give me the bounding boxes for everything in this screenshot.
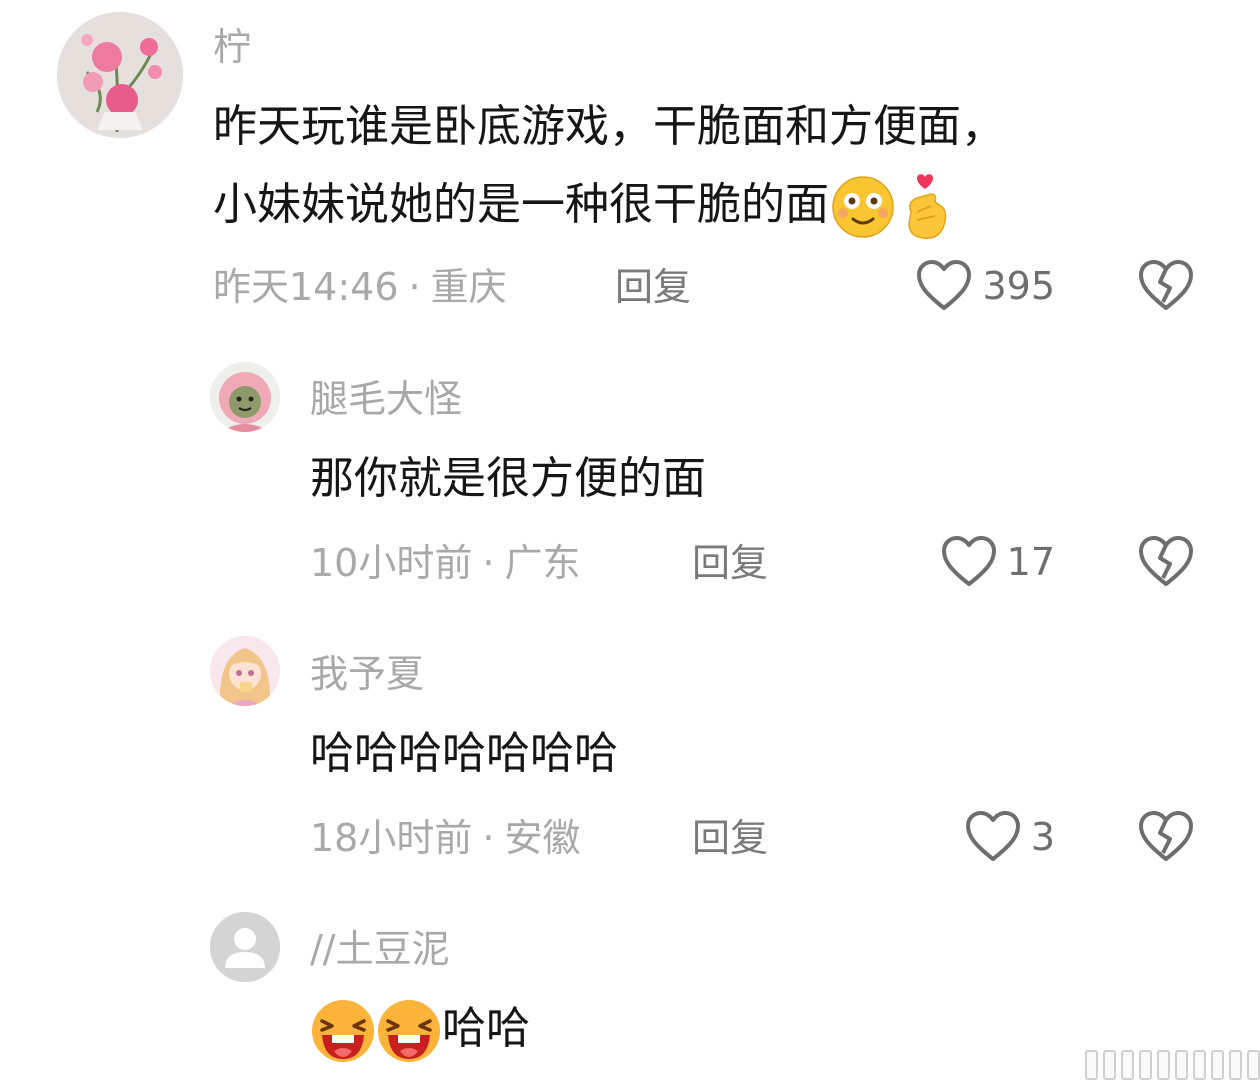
avatar[interactable] (210, 636, 280, 706)
meta-separator: · (482, 541, 495, 585)
anime-girl-avatar-image (210, 636, 280, 706)
comment-text-line: 小妹妹说她的是一种很干脆的面 (213, 179, 829, 230)
pink-hood-avatar-image (210, 362, 280, 432)
avatar[interactable] (210, 912, 280, 982)
reply-button[interactable]: 回复 (692, 544, 768, 582)
finger-heart-emoji-icon (897, 172, 953, 242)
broken-heart-icon (1138, 260, 1194, 312)
comment-text: 昨天玩谁是卧底游戏，干脆面和方便面， 小妹妹说她的是一种很干脆的面 (213, 88, 1005, 244)
reply-button[interactable]: 回复 (615, 268, 691, 306)
dislike-button[interactable] (1138, 260, 1194, 312)
comment-location: 安徽 (504, 816, 581, 860)
comment-username[interactable]: 柠 (213, 28, 251, 66)
heart-outline-icon (916, 260, 972, 312)
watermark-logo (1085, 1050, 1260, 1080)
heart-outline-icon (941, 536, 997, 588)
comment-username[interactable]: //土豆泥 (310, 930, 450, 968)
default-user-avatar-image (210, 912, 280, 982)
meta-separator: · (408, 265, 421, 309)
comment-time: 18小时前 (310, 816, 473, 860)
comment-time: 昨天14:46 (213, 265, 399, 309)
broken-heart-icon (1138, 536, 1194, 588)
broken-heart-icon (1138, 811, 1194, 863)
comment-meta: 18小时前 · 安徽 (310, 819, 580, 857)
avatar[interactable] (57, 12, 183, 138)
like-count: 3 (1030, 815, 1055, 859)
like-button[interactable]: 395 (916, 260, 1055, 312)
like-button[interactable]: 17 (941, 536, 1055, 588)
dislike-button[interactable] (1138, 811, 1194, 863)
comment-meta: 昨天14:46 · 重庆 (213, 268, 507, 306)
comment-meta: 10小时前 · 广东 (310, 544, 580, 582)
comment-username[interactable]: 我予夏 (310, 655, 424, 693)
flower-avatar-image (57, 12, 183, 138)
comment-text-line: 昨天玩谁是卧底游戏，干脆面和方便面， (213, 101, 1005, 152)
comment-text-suffix: 哈哈 (442, 1003, 530, 1054)
smiling-face-emoji-icon (829, 175, 897, 239)
comment-location: 重庆 (430, 265, 507, 309)
heart-outline-icon (965, 811, 1021, 863)
avatar[interactable] (210, 362, 280, 432)
reply-button[interactable]: 回复 (692, 819, 768, 857)
dislike-button[interactable] (1138, 536, 1194, 588)
like-button[interactable]: 3 (965, 811, 1055, 863)
like-count: 395 (982, 264, 1055, 308)
comment-location: 广东 (504, 541, 581, 585)
like-count: 17 (1006, 540, 1055, 584)
comment-text: 哈哈哈哈哈哈哈 (310, 728, 618, 779)
comment-text-line-2: 小妹妹说她的是一种很干脆的面 (213, 166, 1005, 244)
comment-username[interactable]: 腿毛大怪 (310, 380, 462, 418)
comment-time: 10小时前 (310, 541, 473, 585)
laughing-face-emoji-icon (376, 999, 442, 1063)
comment-text: 哈哈 (310, 990, 530, 1068)
meta-separator: · (482, 816, 495, 860)
comment-text: 那你就是很方便的面 (310, 453, 706, 504)
laughing-face-emoji-icon (310, 999, 376, 1063)
